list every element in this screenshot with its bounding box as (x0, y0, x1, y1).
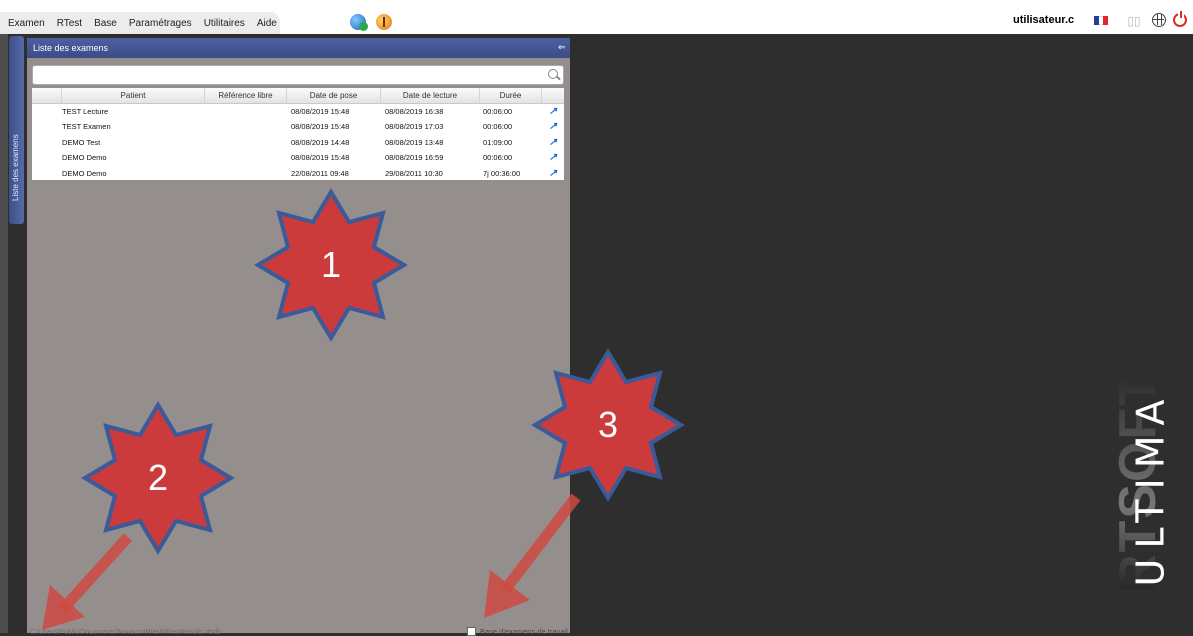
cell-date-lecture: 08/08/2019 13:48 (385, 137, 444, 147)
work-base-toggle[interactable]: Base d'examens de travail (467, 627, 568, 636)
cell-patient: TEST Examen (62, 122, 111, 132)
cell-duree: 7j 00:36:00 (483, 168, 521, 178)
cell-reference (205, 166, 287, 181)
open-exam-icon[interactable]: ↗ (542, 135, 564, 150)
cell-date-pose: 08/08/2019 15:48 (291, 107, 350, 116)
work-base-checkbox[interactable] (467, 627, 476, 636)
panel-header: Liste des examens ⇐ (27, 38, 570, 58)
sidetab-label: Liste des examens (11, 134, 20, 201)
column-header-date-lecture[interactable]: Date de lecture (381, 88, 480, 103)
column-header-patient[interactable]: Patient (62, 88, 205, 103)
search-icon[interactable] (548, 69, 558, 79)
cell-reference (205, 135, 287, 150)
cell-reference (205, 150, 287, 165)
cell-date-lecture: 29/08/2011 10:30 (385, 168, 443, 178)
table-row[interactable]: TEST Lecture 08/08/2019 15:48 08/08/2019… (32, 104, 564, 119)
panel-title: Liste des examens (33, 43, 109, 53)
power-icon[interactable] (1173, 11, 1187, 27)
cell-reference (205, 119, 287, 134)
annotation-label-1: 1 (320, 244, 342, 285)
globe-icon[interactable] (1152, 13, 1166, 27)
username-label[interactable]: utilisateur.c (1013, 14, 1074, 26)
table-row[interactable]: TEST Examen 08/08/2019 15:48 08/08/2019 … (32, 119, 564, 134)
search-input[interactable] (32, 65, 564, 85)
cell-duree: 00:06:00 (483, 122, 513, 132)
column-header-duree[interactable]: Durée (480, 88, 542, 103)
cell-duree: 00:06:00 (483, 153, 513, 163)
table-row[interactable]: DEMO Test 08/08/2019 14:48 08/08/2019 13… (32, 135, 564, 150)
cell-date-pose: 08/08/2019 14:48 (291, 137, 350, 147)
cell-reference (205, 104, 287, 119)
cell-duree: 01:09:00 (483, 137, 513, 147)
open-exam-icon[interactable]: ↗ (542, 104, 564, 119)
top-menu-bar: Examen RTest Base Paramétrages Utilitair… (0, 0, 1193, 34)
cell-duree: 00:06:00 (483, 107, 513, 116)
column-header-reference[interactable]: Référence libre (205, 88, 287, 103)
column-header-select[interactable] (32, 88, 62, 103)
rtsoft-ultima-logo: RTSOFT ULTIMA (1109, 360, 1188, 610)
menu-aide[interactable]: Aide (251, 18, 283, 29)
open-exam-icon[interactable]: ↗ (542, 150, 564, 165)
annotation-label-2: 2 (147, 457, 169, 498)
cell-date-lecture: 08/08/2019 16:38 (385, 107, 444, 116)
sync-icon[interactable] (350, 14, 368, 31)
open-exam-icon[interactable]: ↗ (542, 166, 564, 181)
cell-patient: DEMO Demo (62, 168, 107, 178)
work-base-label: Base d'examens de travail (480, 627, 568, 636)
cell-date-pose: 22/08/2011 09:48 (291, 168, 349, 178)
cell-date-pose: 08/08/2019 15:48 (291, 153, 350, 163)
cell-date-lecture: 08/08/2019 17:03 (385, 122, 444, 132)
menu-parametrages[interactable]: Paramétrages (123, 18, 198, 29)
cell-patient: DEMO Test (62, 137, 101, 147)
menu-utilitaires[interactable]: Utilitaires (198, 18, 251, 29)
table-row[interactable]: DEMO Demo 22/08/2011 09:48 29/08/2011 10… (32, 166, 564, 181)
menu-base[interactable]: Base (88, 18, 123, 29)
tab-liste-des-examens[interactable]: Liste des examens (9, 36, 24, 224)
side-strip (0, 34, 8, 633)
menu-examen[interactable]: Examen (0, 18, 51, 29)
cell-date-pose: 08/08/2019 15:48 (291, 122, 350, 132)
menu-rtest[interactable]: RTest (51, 18, 88, 29)
table-row[interactable]: DEMO Demo 08/08/2019 15:48 08/08/2019 16… (32, 150, 564, 165)
alert-icon[interactable] (376, 14, 392, 30)
exam-table: Patient Référence libre Date de pose Dat… (32, 88, 564, 180)
card-reader-icon[interactable]: ▯▯ (1124, 14, 1144, 28)
column-header-actions (542, 88, 564, 103)
logo-product: ULTIMA (1128, 389, 1173, 587)
french-flag-icon[interactable] (1094, 16, 1109, 25)
table-header: Patient Référence libre Date de pose Dat… (32, 88, 564, 104)
main-menu: Examen RTest Base Paramétrages Utilitair… (0, 12, 280, 34)
cell-patient: TEST Lecture (62, 107, 109, 116)
cell-patient: DEMO Demo (62, 153, 107, 163)
cell-date-lecture: 08/08/2019 16:59 (385, 153, 444, 163)
column-header-date-pose[interactable]: Date de pose (287, 88, 381, 103)
annotation-label-3: 3 (597, 404, 619, 445)
pin-icon[interactable]: ⇐ (558, 43, 566, 52)
open-exam-icon[interactable]: ↗ (542, 119, 564, 134)
